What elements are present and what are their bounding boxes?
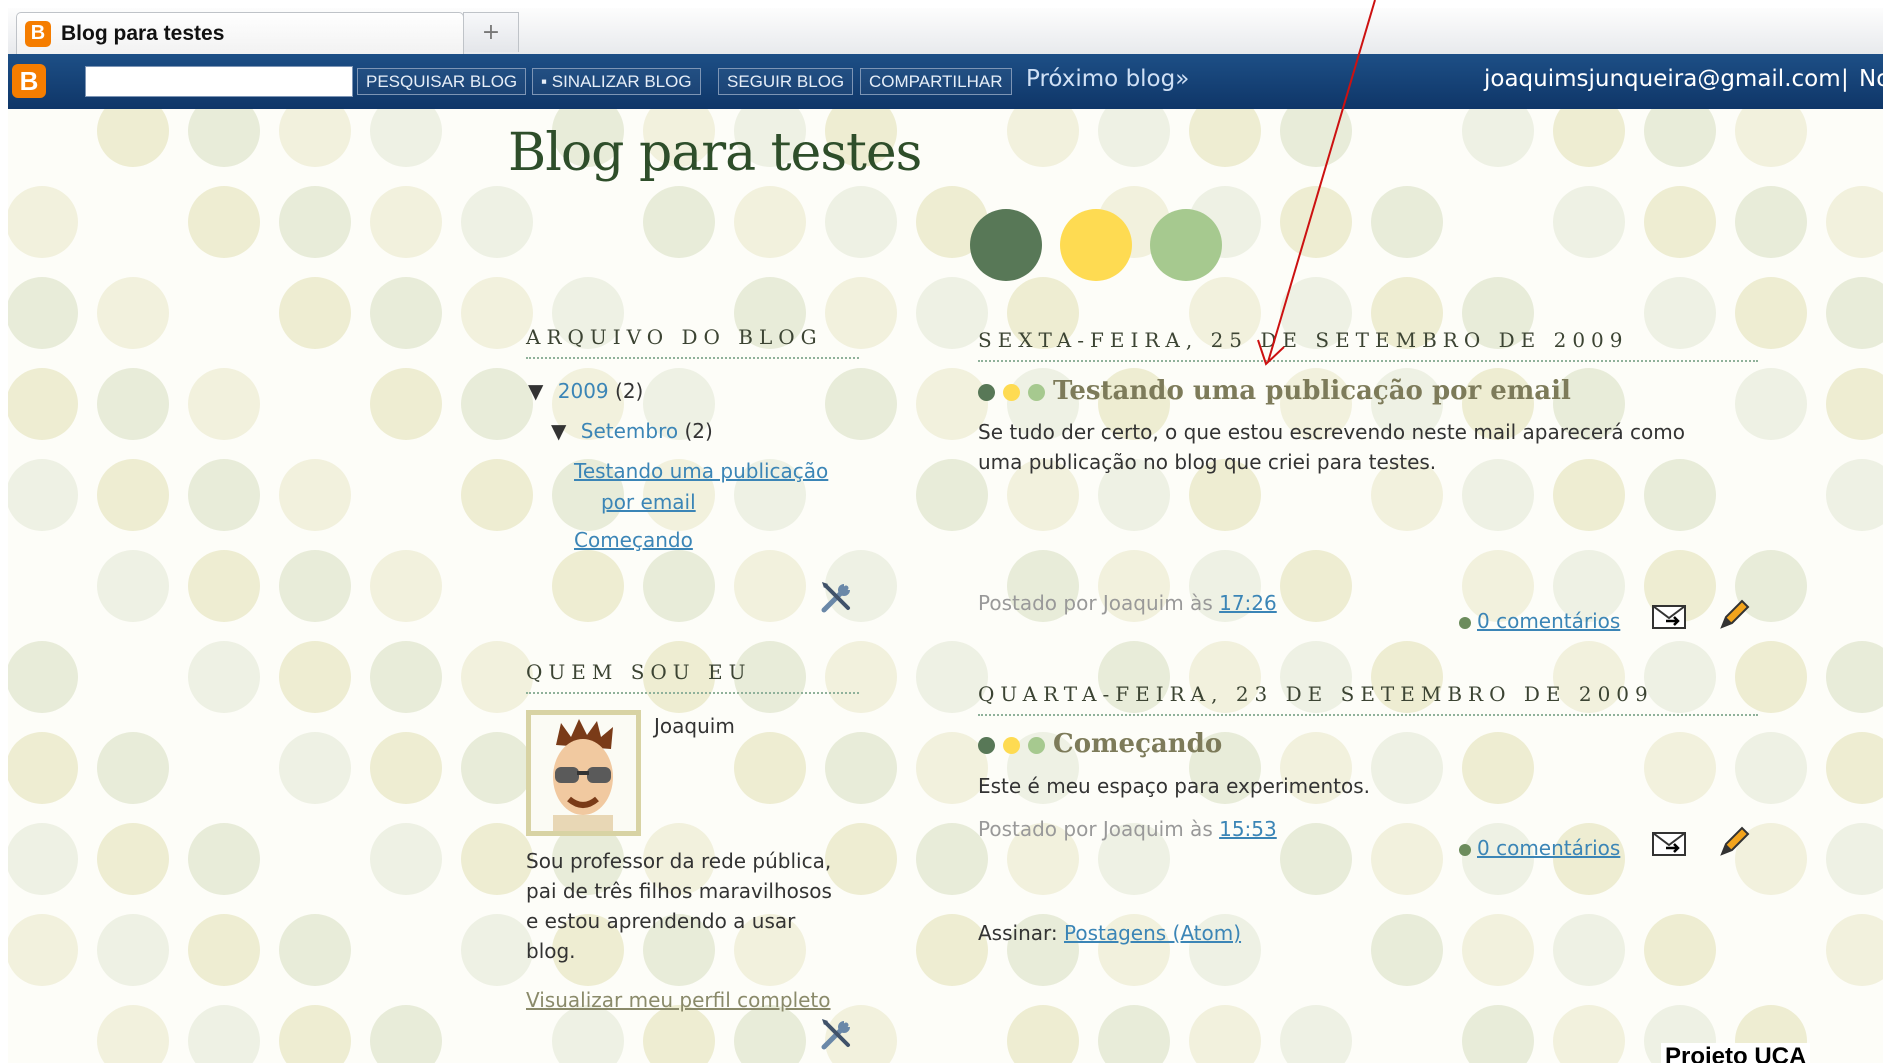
annotation-arrow-icon bbox=[1257, 0, 1376, 366]
